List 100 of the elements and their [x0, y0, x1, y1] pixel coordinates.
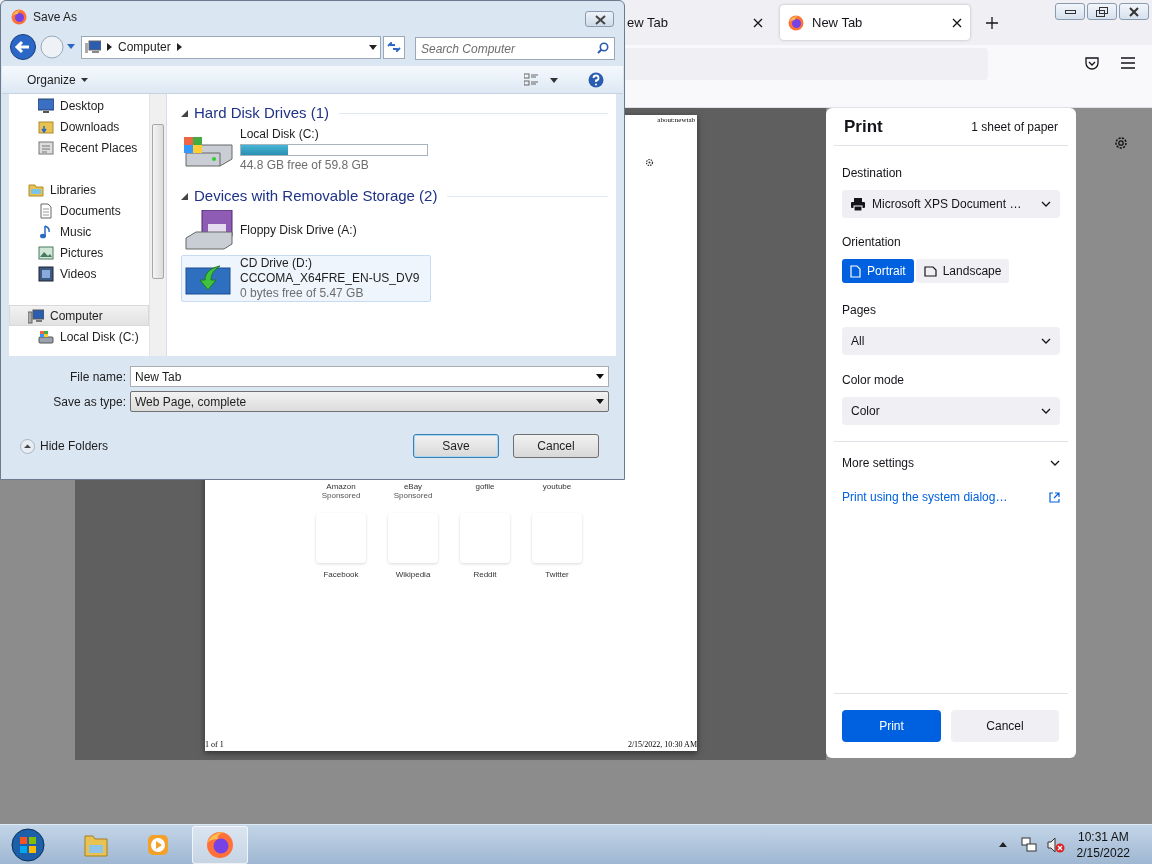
monitor-icon: [38, 97, 54, 114]
nav-item[interactable]: Documents: [9, 200, 149, 221]
refresh-button[interactable]: [383, 35, 405, 59]
nav-item[interactable]: Pictures: [9, 242, 149, 263]
orientation-option[interactable]: Portrait: [842, 259, 914, 283]
chevron-down-icon: [1041, 408, 1051, 414]
clock[interactable]: 10:31 AM 2/15/2022: [1076, 828, 1130, 861]
restore-button[interactable]: [1087, 3, 1117, 20]
floppy-drive-icon: [184, 210, 234, 250]
collapse-icon[interactable]: [181, 192, 188, 200]
nav-item[interactable]: Videos: [9, 263, 149, 284]
close-button[interactable]: [585, 11, 614, 27]
site-label: eBay: [403, 482, 423, 491]
network-icon[interactable]: [1020, 836, 1037, 853]
caret-up-icon[interactable]: [998, 842, 1007, 847]
site-label: Reddit: [473, 569, 497, 581]
browser-tab[interactable]: ew Tab: [627, 5, 771, 40]
folder-icon: [38, 118, 54, 135]
nav-item[interactable]: Libraries: [9, 179, 149, 200]
minimize-button[interactable]: [1055, 3, 1085, 20]
close-icon: [1129, 6, 1139, 17]
menu-icon[interactable]: [1121, 57, 1135, 69]
back-icon[interactable]: [9, 33, 37, 61]
address-bar[interactable]: Computer: [81, 35, 381, 59]
new-tab-icon[interactable]: [986, 17, 998, 29]
nav-item[interactable]: Local Disk (C:): [9, 326, 149, 347]
caret-icon[interactable]: [550, 78, 558, 83]
destination-select[interactable]: Microsoft XPS Document …: [842, 190, 1060, 218]
browser-tab[interactable]: New Tab: [780, 5, 970, 40]
hard-drive-icon: [38, 328, 54, 345]
pocket-icon[interactable]: [1084, 56, 1100, 72]
pages-select[interactable]: All: [842, 327, 1060, 355]
nav-item[interactable]: Computer: [9, 305, 149, 326]
site-label: Wikipedia: [395, 569, 431, 581]
cancel-button[interactable]: Cancel: [951, 710, 1059, 742]
sheet-count: 1 sheet of paper: [971, 118, 1058, 136]
close-icon[interactable]: [753, 17, 763, 28]
minimize-icon: [1064, 9, 1076, 14]
volume-muted-icon[interactable]: [1046, 836, 1065, 853]
site-label: Amazon: [326, 482, 356, 491]
settings-icon: [645, 158, 654, 167]
color-mode-select[interactable]: Color: [842, 397, 1060, 425]
organize-button[interactable]: Organize: [27, 70, 88, 89]
close-icon[interactable]: [952, 17, 962, 28]
nav-item[interactable]: Downloads: [9, 116, 149, 137]
drive-space: 0 bytes free of 5.47 GB: [240, 286, 365, 301]
volume-label: CCCOMA_X64FRE_EN-US_DV9: [240, 271, 420, 286]
document-icon: [38, 202, 54, 219]
view-icon[interactable]: [524, 73, 540, 87]
group-header: Devices with Removable Storage (2): [194, 185, 438, 206]
shortcut-tile: [532, 513, 582, 563]
cancel-button[interactable]: Cancel: [513, 434, 599, 458]
close-button[interactable]: [1119, 3, 1149, 20]
field-label: Color mode: [842, 372, 906, 389]
breadcrumb-item[interactable]: Computer: [118, 38, 171, 56]
drive-item[interactable]: CD Drive (D:) CCCOMA_X64FRE_EN-US_DV9 0 bytes free of 5.47 GB: [181, 255, 431, 302]
firefox-icon: [788, 14, 804, 31]
nav-item[interactable]: Music: [9, 221, 149, 242]
help-icon[interactable]: [588, 72, 604, 88]
picture-icon: [38, 244, 54, 261]
page-footer-date: 2/15/2022, 10:30 AM: [627, 739, 697, 751]
file-type-select[interactable]: Web Page, complete: [130, 391, 609, 412]
shortcut-tile: [316, 513, 366, 563]
print-button[interactable]: Print: [842, 710, 941, 742]
site-label: Facebook: [323, 569, 359, 581]
scrollbar[interactable]: [149, 94, 166, 356]
drive-item[interactable]: Local Disk (C:) 44.8 GB free of 59.8 GB: [181, 126, 431, 174]
site-label: Twitter: [545, 569, 569, 581]
caret-icon: [596, 374, 604, 379]
field-label: File name:: [68, 368, 127, 386]
save-button[interactable]: Save: [413, 434, 499, 458]
collapse-icon[interactable]: [181, 109, 188, 117]
system-dialog-link[interactable]: Print using the system dialog…: [842, 488, 1008, 506]
printer-icon: [851, 197, 865, 211]
group-header: Hard Disk Drives (1): [194, 102, 329, 123]
search-icon[interactable]: [597, 41, 609, 54]
taskbar-button[interactable]: [192, 825, 248, 864]
page-icon: [850, 264, 861, 278]
page-icon: [923, 265, 937, 277]
recent-places-icon: [38, 139, 54, 156]
drive-space: 44.8 GB free of 59.8 GB: [240, 158, 370, 173]
settings-icon[interactable]: [1113, 135, 1129, 151]
sponsored-label: Sponsored: [393, 491, 433, 500]
more-settings-toggle[interactable]: More settings: [842, 454, 1060, 472]
orientation-option[interactable]: Landscape: [915, 259, 1010, 283]
chevron-up-icon: [20, 438, 35, 454]
drive-item[interactable]: Floppy Disk Drive (A:): [181, 209, 431, 251]
arrow-right-icon: [107, 43, 112, 51]
hide-folders-button[interactable]: Hide Folders: [20, 437, 109, 455]
refresh-icon: [387, 42, 401, 52]
drive-name: Local Disk (C:): [240, 127, 320, 142]
site-label: youtube: [542, 482, 572, 491]
search-field[interactable]: Search Computer: [415, 37, 615, 60]
nav-item[interactable]: Recent Places: [9, 137, 149, 158]
field-label: Destination: [842, 165, 904, 182]
folder-icon: [28, 181, 44, 198]
shortcut-tile: [460, 513, 510, 563]
chevron-down-icon: [1041, 201, 1051, 207]
nav-item[interactable]: Desktop: [9, 95, 149, 116]
file-name-field[interactable]: New Tab: [130, 366, 609, 387]
